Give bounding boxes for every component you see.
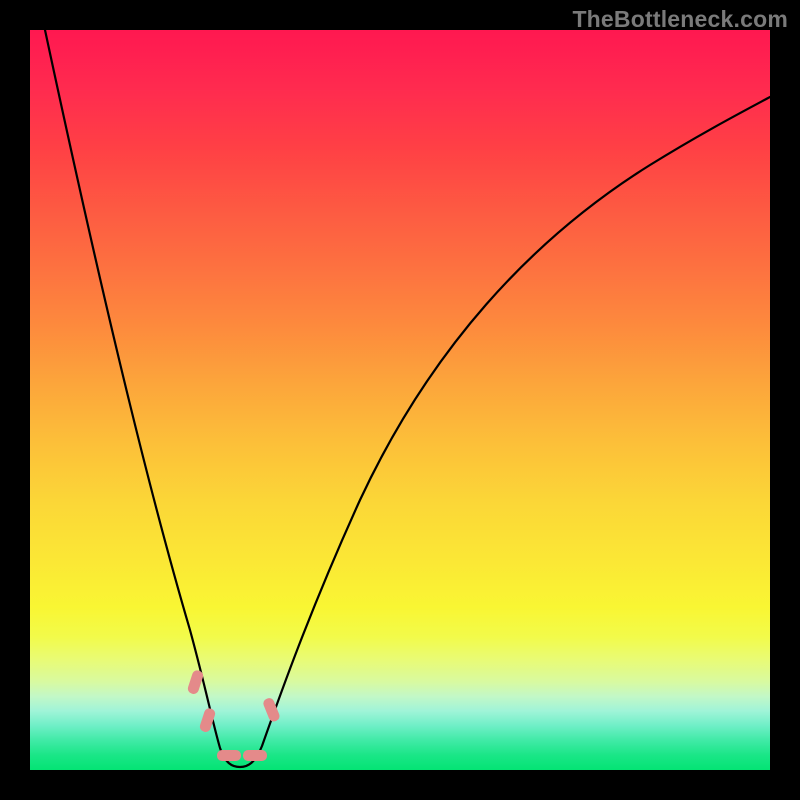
- curve-path: [45, 30, 770, 767]
- valley-marker-4: [243, 750, 267, 761]
- chart-plot-area: [30, 30, 770, 770]
- valley-marker-1: [187, 669, 205, 695]
- bottleneck-curve: [30, 30, 770, 770]
- valley-marker-3: [217, 750, 241, 761]
- watermark-text: TheBottleneck.com: [572, 6, 788, 33]
